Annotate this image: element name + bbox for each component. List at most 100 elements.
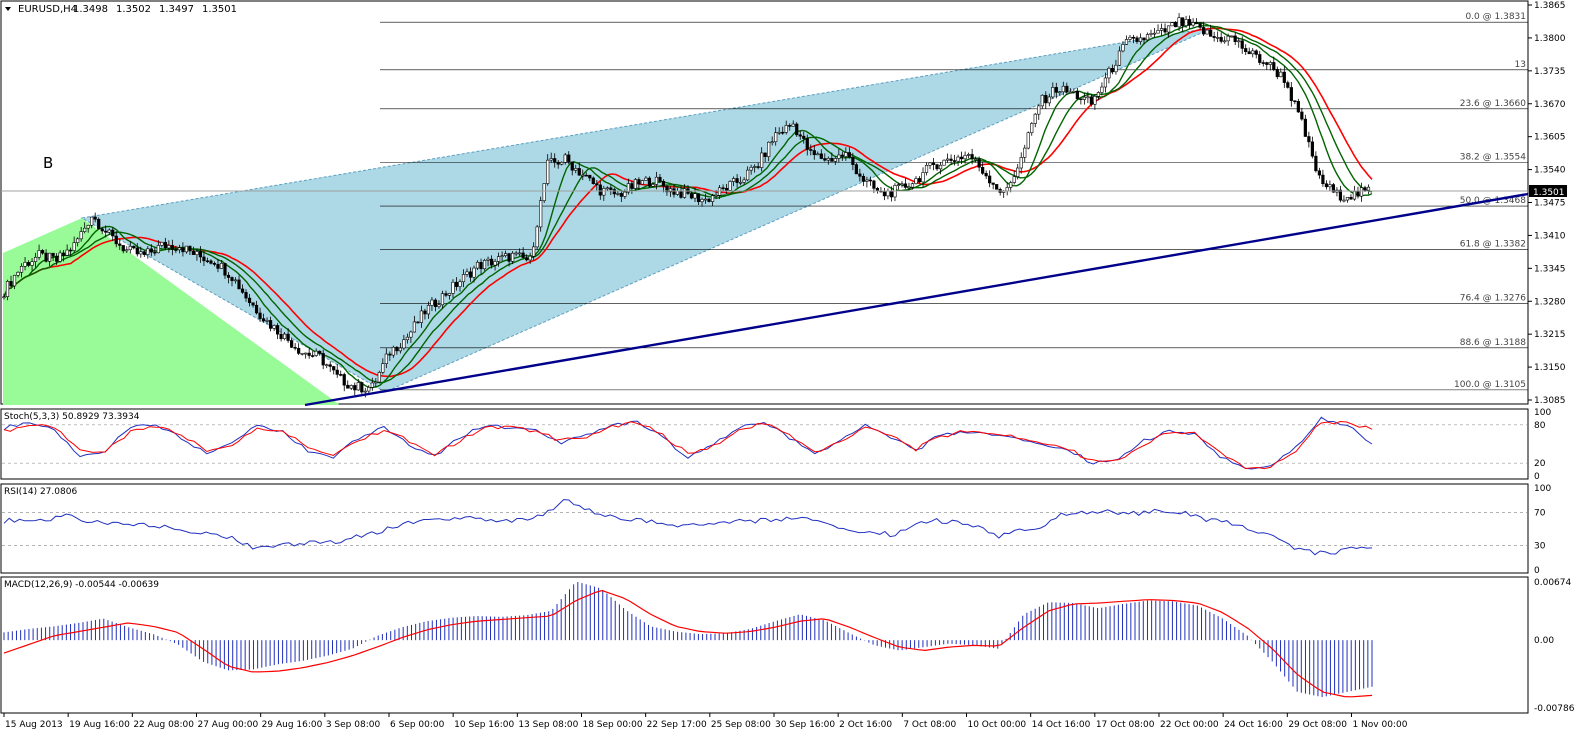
candle-body (19, 266, 24, 273)
candle-body (640, 180, 644, 185)
candle-body (1107, 68, 1111, 79)
candle-body (437, 304, 441, 307)
candle-body (1016, 167, 1020, 177)
candle-body (440, 293, 445, 306)
axis-tick-label: 0 (1534, 566, 1540, 576)
macd-panel[interactable] (0, 576, 1529, 714)
candle-body (1293, 100, 1297, 102)
candle-body (1251, 50, 1255, 55)
candle-body (816, 153, 820, 156)
candle-body (854, 164, 858, 175)
candle-body (374, 381, 378, 384)
candle-body (170, 245, 174, 250)
candle-body (560, 162, 564, 165)
candle-body (318, 350, 322, 354)
candle-body (591, 177, 595, 185)
candle-body (967, 154, 971, 156)
candle-body (1054, 87, 1058, 93)
candle-body (311, 355, 315, 357)
candle-body (728, 181, 732, 191)
candle-body (542, 183, 546, 201)
time-tick-label: 10 Oct 00:00 (967, 720, 1026, 730)
candle-body (86, 224, 90, 229)
candle-body (644, 177, 648, 181)
candle-body (840, 154, 844, 157)
candle-body (595, 183, 599, 186)
candle-body (293, 347, 297, 349)
candle-body (247, 297, 252, 304)
candle-body (83, 227, 87, 232)
candle-body (693, 193, 697, 199)
chart-canvas[interactable]: 0.0 @ 1.3831 13 23.6 @ 1.3660 38.2 @ 1.3554… (0, 0, 1596, 746)
candle-body (689, 193, 694, 199)
candle-body (1219, 37, 1223, 42)
candle-body (959, 156, 964, 160)
candle-body (251, 302, 255, 306)
candle-body (332, 366, 336, 371)
candle-body (802, 135, 806, 139)
candle-body (1359, 187, 1364, 197)
candle-body (602, 188, 606, 196)
candle-body (619, 193, 623, 197)
time-tick-label: 22 Sep 17:00 (647, 720, 707, 730)
candle-body (1166, 25, 1171, 33)
candle-body (760, 152, 764, 168)
candle-body (1317, 170, 1321, 176)
candle-body (952, 160, 957, 162)
candle-body (753, 166, 757, 168)
candle-body (181, 247, 185, 253)
time-tick-label: 24 Oct 16:00 (1224, 720, 1283, 730)
candle-body (230, 277, 234, 281)
candle-body (1247, 51, 1251, 55)
candle-body (696, 193, 701, 203)
time-tick-label: 15 Aug 2013 (5, 720, 63, 730)
candle-body (388, 353, 392, 356)
candle-body (588, 174, 592, 179)
candle-body (1121, 44, 1125, 52)
candle-body (1237, 40, 1241, 43)
candle-body (945, 158, 950, 161)
candle-body (1040, 94, 1044, 107)
candle-body (826, 157, 830, 161)
candle-body (1068, 91, 1072, 94)
candle-body (1226, 35, 1230, 42)
candle-body (710, 195, 715, 202)
fib-level-label: 100.0 @ 1.3105 (1454, 380, 1526, 390)
candle-body (1279, 71, 1283, 78)
candle-body (1103, 77, 1108, 88)
price-tick-label: 1.3800 (1534, 34, 1566, 44)
candle-body (1065, 85, 1069, 93)
candle-body (872, 180, 876, 189)
candle-body (1230, 35, 1234, 38)
rsi-panel[interactable] (0, 483, 1529, 574)
candle-body (465, 271, 469, 275)
candle-body (896, 184, 901, 186)
chart-window: 0.0 @ 1.3831 13 23.6 @ 1.3660 38.2 @ 1.3554… (0, 0, 1596, 746)
candle-body (1044, 94, 1048, 104)
candle-body (482, 260, 487, 270)
candle-body (1086, 96, 1090, 99)
candle-body (451, 281, 455, 294)
candle-body (868, 179, 872, 182)
candle-body (731, 178, 736, 182)
candle-body (198, 251, 203, 258)
candle-body (503, 253, 508, 257)
stoch-title: Stoch(5,3,3) 50.8929 73.3934 (4, 412, 140, 422)
candle-body (900, 183, 904, 186)
candle-body (444, 293, 448, 296)
candle-body (1205, 29, 1209, 35)
candle-body (630, 183, 634, 189)
candle-body (304, 352, 308, 355)
candle-body (1079, 98, 1083, 101)
candle-body (724, 187, 729, 191)
candle-body (837, 154, 841, 159)
candle-body (1145, 34, 1150, 41)
candle-body (307, 352, 311, 356)
candle-body (37, 250, 41, 258)
candle-body (107, 229, 111, 233)
candle-body (146, 248, 150, 255)
candle-body (525, 257, 529, 261)
candle-body (475, 261, 480, 269)
candle-body (1254, 50, 1258, 55)
candle-body (1349, 196, 1353, 200)
